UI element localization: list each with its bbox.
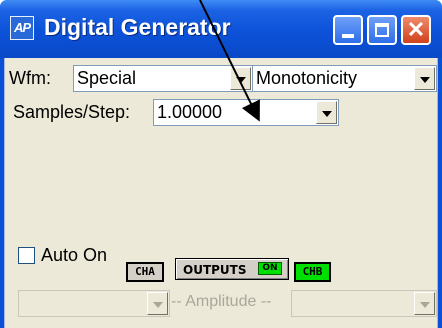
- chevron-down-icon[interactable]: [414, 67, 435, 90]
- window-title: Digital Generator: [44, 14, 231, 40]
- samples-step-input[interactable]: 1.00000: [153, 99, 339, 126]
- chevron-down-icon[interactable]: [316, 101, 337, 124]
- minimize-button[interactable]: [333, 15, 363, 45]
- outputs-on-indicator: ON: [258, 262, 282, 275]
- digital-generator-window: AP Digital Generator ✕ Wfm: Special Mono…: [0, 0, 442, 328]
- maximize-icon: [375, 23, 389, 37]
- wfm-label: Wfm:: [9, 68, 51, 88]
- amplitude-left-select[interactable]: [18, 290, 170, 317]
- title-bar[interactable]: AP Digital Generator ✕: [0, 0, 442, 58]
- waveform-subtype-select[interactable]: Monotonicity: [252, 65, 437, 92]
- waveform-type-select[interactable]: Special: [73, 65, 253, 92]
- chb-button[interactable]: CHB: [294, 262, 331, 282]
- generator-panel: Wfm: Special Monotonicity Samples/Step: …: [4, 58, 438, 328]
- amplitude-right-select[interactable]: [291, 290, 437, 317]
- app-icon: AP: [10, 16, 34, 40]
- chevron-down-icon[interactable]: [414, 292, 435, 315]
- amplitude-label: -- Amplitude --: [171, 293, 272, 310]
- samples-step-label: Samples/Step:: [13, 102, 131, 122]
- cha-button[interactable]: CHA: [126, 262, 164, 282]
- auto-on-checkbox[interactable]: [18, 247, 35, 264]
- chevron-down-icon[interactable]: [230, 67, 251, 90]
- waveform-type-value: Special: [77, 68, 137, 88]
- close-button[interactable]: ✕: [401, 15, 431, 45]
- samples-step-value: 1.00000: [157, 102, 223, 122]
- auto-on-label: Auto On: [41, 245, 108, 265]
- minimize-icon: [342, 34, 354, 38]
- outputs-button[interactable]: OUTPUTS ON: [175, 258, 289, 280]
- close-icon: ✕: [406, 17, 426, 42]
- chevron-down-icon[interactable]: [147, 292, 168, 315]
- maximize-button[interactable]: [367, 15, 397, 45]
- outputs-label: OUTPUTS: [183, 263, 247, 277]
- waveform-subtype-value: Monotonicity: [256, 68, 358, 88]
